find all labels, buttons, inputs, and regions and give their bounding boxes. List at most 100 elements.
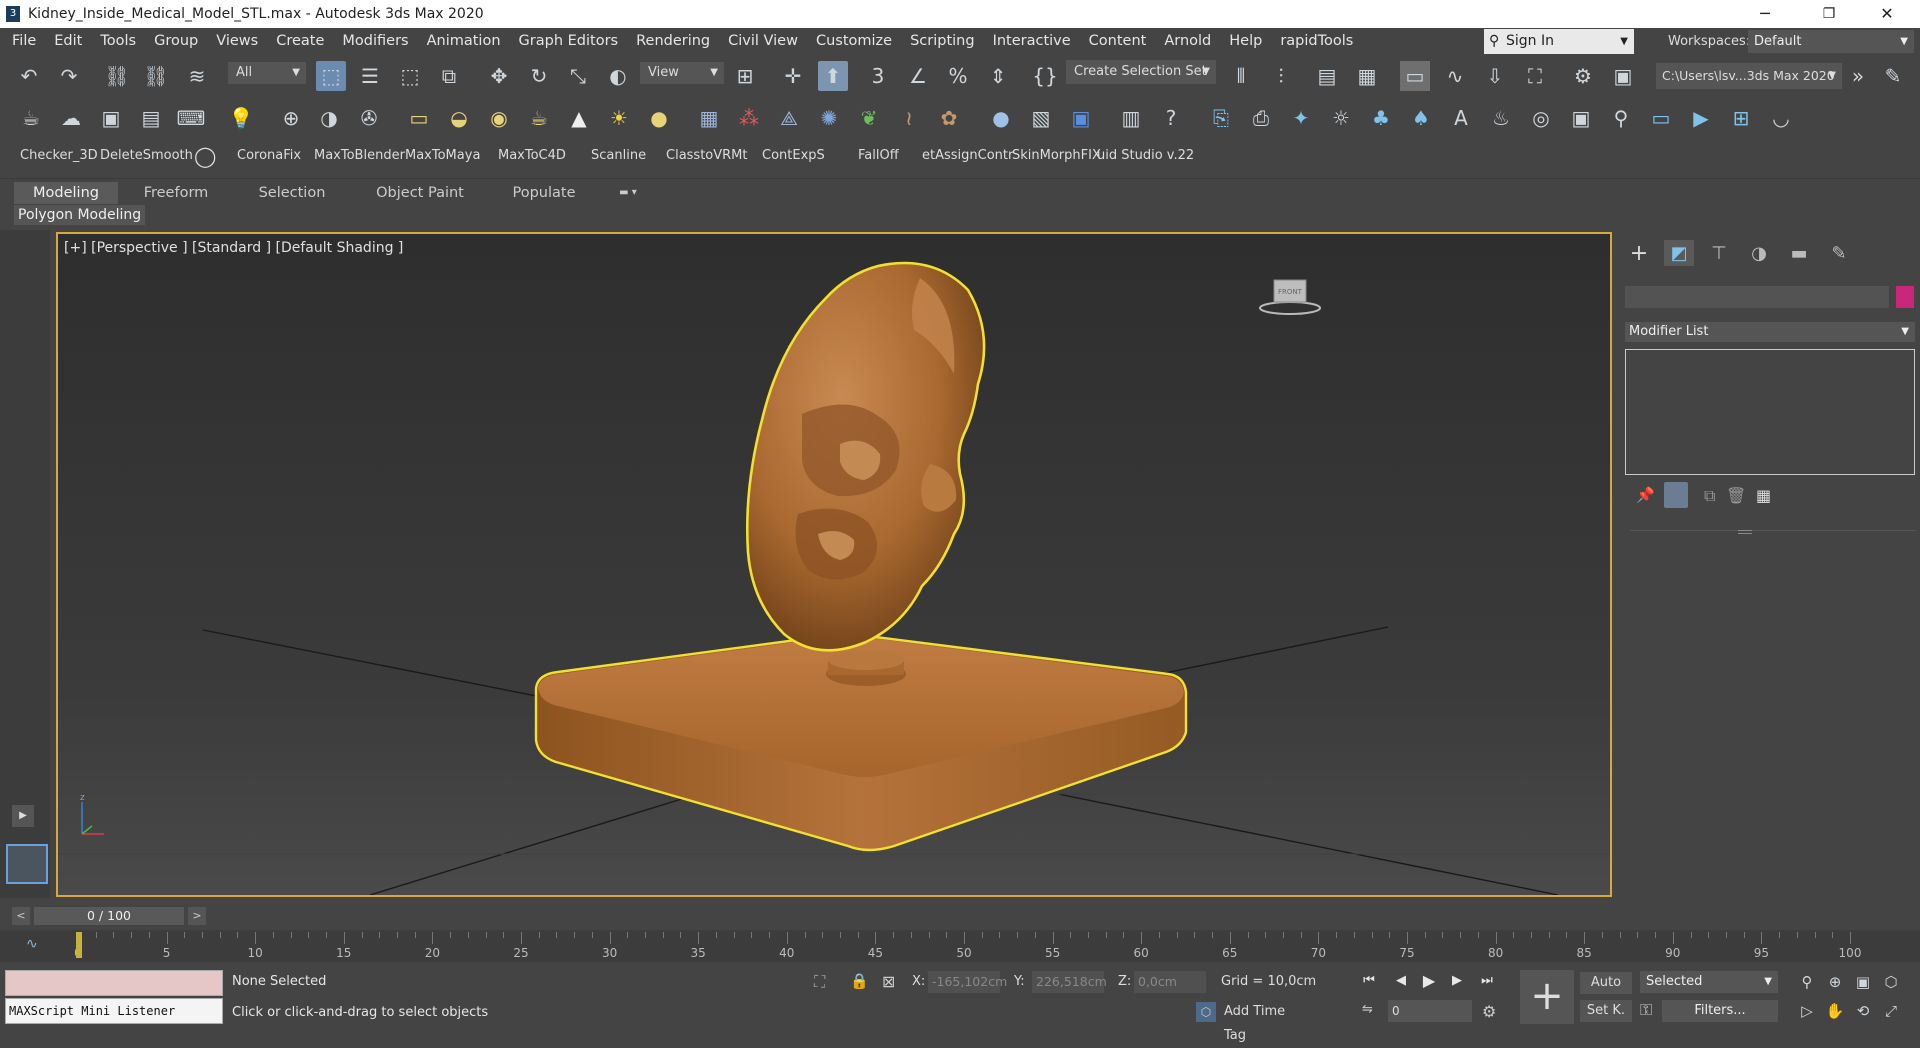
time-slider-prev-button[interactable]: < [12,907,30,925]
sun-icon[interactable]: ☀ [604,103,634,133]
script-button-skinmorphfix[interactable]: SkinMorphFIX [1012,148,1101,163]
pine-icon[interactable]: ♠ [1406,103,1436,133]
modifier-list-dropdown[interactable]: Modifier List ▼ [1625,322,1915,342]
script-button-checker-3d[interactable]: Checker_3D [20,148,98,163]
flame-icon[interactable]: ♨ [1486,103,1516,133]
align-icon[interactable]: ⫶ [1266,61,1296,91]
remove-modifier-icon[interactable]: 🗑 [1726,486,1746,505]
modify-tab-icon[interactable]: ◩ [1664,240,1694,266]
select-by-name-icon[interactable]: ☰ [355,61,385,91]
add-time-tag-button[interactable]: ⬡ Add Time Tag [1192,1000,1310,1043]
render-region-icon[interactable]: ▣ [1066,103,1096,133]
knot-icon[interactable]: ✿ [934,103,964,133]
time-slider-next-button[interactable]: > [188,907,206,925]
display-tab-icon[interactable]: ▬ [1784,240,1814,266]
text-shape-icon[interactable]: A [1446,103,1476,133]
camera-grid-icon[interactable]: ⊕ [276,103,306,133]
script-button-falloff[interactable]: FallOff [858,148,899,163]
menu-content[interactable]: Content [1080,28,1156,55]
film-reel-icon[interactable]: ✇ [354,103,384,133]
script-button-deletesmooth[interactable]: DeleteSmooth [100,148,193,163]
menu-customize[interactable]: Customize [807,28,901,55]
frame-grid-icon[interactable]: ⊞ [1726,103,1756,133]
selection-filter-dropdown[interactable]: All ▼ [228,62,306,84]
filters-button[interactable]: Filters... [1662,1000,1778,1022]
object-name-field[interactable] [1625,286,1889,308]
toggle-scene-explorer-icon[interactable]: ▤ [1312,61,1342,91]
snap-toggle-icon[interactable]: 3 [863,61,893,91]
zoom-all-icon[interactable]: ⊕ [1824,971,1846,993]
script-button-classtovrmt[interactable]: ClasstoVRMt [666,148,748,163]
next-frame-icon[interactable]: ▶ [1446,970,1468,992]
sphere-icon[interactable]: ◉ [484,103,514,133]
dome-icon[interactable]: ◒ [444,103,474,133]
menu-views[interactable]: Views [207,28,267,55]
sky-light-icon[interactable]: ☼ [1326,103,1356,133]
set-keys-icon[interactable]: + [1520,970,1574,1024]
key-filter-icon[interactable]: ⚿ [1640,1000,1652,1020]
edit-named-selections-icon[interactable]: {} [1030,61,1060,91]
auto-key-button[interactable]: Auto [1580,972,1632,994]
grid-plane-icon[interactable]: ▦ [694,103,724,133]
tree-icon[interactable]: ♣ [1366,103,1396,133]
geosphere-icon[interactable]: ✺ [814,103,844,133]
project-folder-dropdown[interactable]: C:\Users\lsv...3ds Max 2020 ▼ [1656,63,1842,89]
bitmap-icon[interactable]: ▧ [1026,103,1056,133]
ribbon-options-icon[interactable]: ▬ ▾ [610,182,646,204]
curve-editor-mini-icon[interactable]: ∿ [26,936,38,952]
material-editor-icon[interactable]: ⛶ [1520,61,1550,91]
pyramid-icon[interactable]: ⟁ [774,103,804,133]
teapot-object-icon[interactable]: ☕ [524,103,554,133]
rotate-icon[interactable]: ↻ [524,61,554,91]
key-filter-dropdown[interactable]: Selected ▼ [1640,971,1778,993]
toggle-ribbon-icon[interactable]: ▭ [1400,61,1430,91]
toolbar-overflow-icon[interactable]: » [1852,61,1864,91]
sphere-half-icon[interactable]: ◑ [314,103,344,133]
rendered-frame-window-icon[interactable]: ▣ [1608,61,1638,91]
tab-modeling[interactable]: Modeling [14,182,118,204]
menu-animation[interactable]: Animation [418,28,510,55]
pivot-center-icon[interactable]: ⊞ [730,61,760,91]
current-frame-marker[interactable] [76,932,82,958]
time-slider-thumb[interactable]: 0 / 100 [34,907,184,925]
link-icon[interactable]: ⛓ [102,61,132,91]
light-bulb-icon[interactable]: 💡 [226,103,256,133]
script-button-maxtomaya[interactable]: MaxToMaya [405,148,480,163]
omni-light-icon[interactable]: ✦ [1286,103,1316,133]
bowl-icon[interactable]: ◡ [1766,103,1796,133]
script-button-maxtoblender[interactable]: MaxToBlender [314,148,405,163]
redo-icon[interactable]: ↷ [54,61,84,91]
expand-layout-icon[interactable]: ▶ [12,805,34,827]
calculator-icon[interactable]: ▤ [136,103,166,133]
go-to-end-icon[interactable]: ⏭ [1476,970,1498,992]
menu-scripting[interactable]: Scripting [901,28,983,55]
cloud-icon[interactable]: ☁ [56,103,86,133]
menu-rapidtools[interactable]: rapidTools [1271,28,1362,55]
workspace-select[interactable]: Default ▼ [1748,30,1914,53]
maxscript-input-field[interactable]: MAXScript Mini Listener [5,998,223,1024]
menu-edit[interactable]: Edit [45,28,91,55]
select-manipulate-icon[interactable]: ✛ [778,61,808,91]
bulb-icon[interactable]: ⚲ [1606,103,1636,133]
menu-rendering[interactable]: Rendering [627,28,719,55]
go-to-start-icon[interactable]: ⏮ [1358,970,1380,992]
menu-graph-editors[interactable]: Graph Editors [510,28,628,55]
script-button-maxtoc4d[interactable]: MaxToC4D [498,148,566,163]
orbit-icon[interactable]: ⟲ [1852,1000,1874,1022]
minimize-button[interactable]: ─ [1742,0,1788,28]
toggle-layer-explorer-icon[interactable]: ▦ [1352,61,1382,91]
menu-file[interactable]: File [0,28,45,55]
menu-civil-view[interactable]: Civil View [719,28,807,55]
field-of-view-icon[interactable]: ▷ [1796,1000,1818,1022]
rect-selection-region-icon[interactable]: ⬚ [395,61,425,91]
hierarchy-tab-icon[interactable]: ⊤ [1704,240,1734,266]
zoom-extents-all-icon[interactable]: ⬡ [1880,971,1902,993]
particle-icon[interactable]: ⁂ [734,103,764,133]
menu-interactive[interactable]: Interactive [984,28,1080,55]
percent-snap-icon[interactable]: % [943,61,973,91]
menu-tools[interactable]: Tools [91,28,145,55]
teapot-icon[interactable]: ☕ [16,103,46,133]
maximize-viewport-icon[interactable]: ⤢ [1880,1000,1902,1022]
tab-populate[interactable]: Populate [494,182,594,204]
restore-button[interactable]: ❐ [1806,0,1852,28]
